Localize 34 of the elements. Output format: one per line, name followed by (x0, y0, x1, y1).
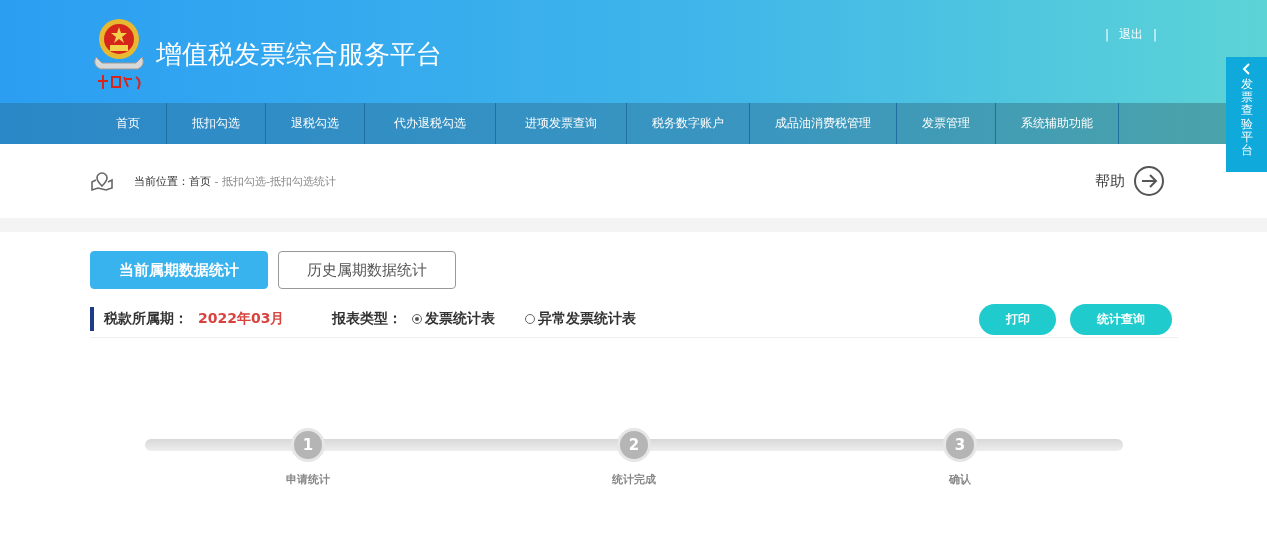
nav-item[interactable]: 成品油消费税管理 (750, 103, 897, 144)
step-number: 2 (617, 428, 651, 462)
platform-title: 增值税发票综合服务平台 (156, 38, 442, 71)
nav-item[interactable]: 系统辅助功能 (996, 103, 1119, 144)
tab[interactable]: 当前属期数据统计 (90, 251, 268, 289)
report-type-label: 报表类型： (332, 310, 403, 328)
nav-item[interactable]: 税务数字账户 (627, 103, 750, 144)
action-button[interactable]: 统计查询 (1070, 303, 1172, 335)
step-label: 统计完成 (612, 472, 656, 487)
help-link[interactable]: 帮助 (1095, 171, 1125, 191)
side-tab[interactable]: 发票查验平台 (1226, 57, 1267, 172)
map-pin-icon (90, 170, 114, 192)
nav-item[interactable]: 抵扣勾选 (167, 103, 266, 144)
logout-link[interactable]: 退出 (1118, 26, 1143, 43)
tab[interactable]: 历史属期数据统计 (278, 251, 456, 289)
nav-item[interactable]: 发票管理 (897, 103, 996, 144)
arrow-right-icon[interactable] (1133, 165, 1165, 197)
step-label: 确认 (949, 472, 971, 487)
chevron-left-icon (1241, 63, 1252, 75)
period-value: 2022年03月 (198, 310, 285, 328)
step-label: 申请统计 (286, 472, 330, 487)
divider-mark: | (1152, 27, 1157, 42)
nav-item[interactable]: 进项发票查询 (496, 103, 627, 144)
nav-item[interactable]: 退税勾选 (266, 103, 365, 144)
step-number: 1 (291, 428, 325, 462)
action-button[interactable]: 打印 (979, 303, 1056, 335)
radio-option[interactable]: 发票统计表 (412, 310, 496, 328)
nav-item[interactable]: 首页 (90, 103, 167, 144)
divider-mark: | (1104, 27, 1109, 42)
step-number: 3 (943, 428, 977, 462)
breadcrumb: 当前位置：首页 - 抵扣勾选-抵扣勾选统计 (134, 173, 336, 189)
period-label: 税款所属期： (104, 310, 188, 328)
radio-option[interactable]: 异常发票统计表 (525, 310, 637, 328)
nav-item[interactable]: 代办退税勾选 (365, 103, 496, 144)
